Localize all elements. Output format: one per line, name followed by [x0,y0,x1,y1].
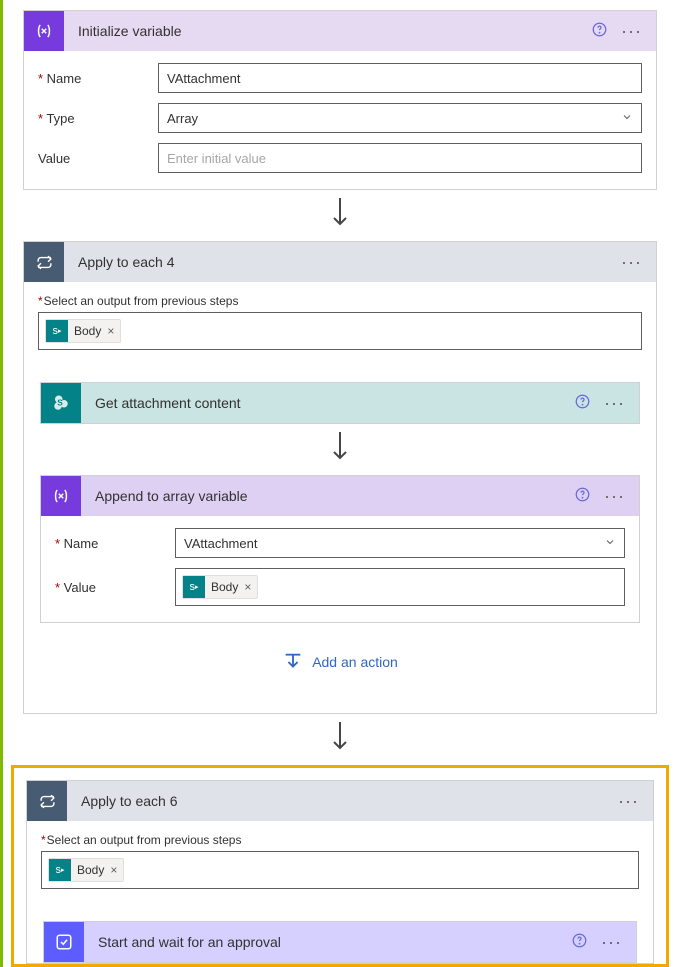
card-append-to-array: Append to array variable ··· Name VAttac [40,475,640,623]
help-icon[interactable] [592,22,607,41]
card-title: Apply to each 4 [64,254,621,270]
sharepoint-icon: S [41,383,81,423]
value-label: Value [55,580,175,595]
body-token[interactable]: s▸ Body × [182,575,258,599]
card-header[interactable]: S Get attachment content ··· [41,383,639,423]
value-label: Value [38,151,158,166]
help-icon[interactable] [572,933,587,952]
flow-arrow [40,424,640,475]
card-get-attachment-content: S Get attachment content ··· [40,382,640,424]
card-header[interactable]: Start and wait for an approval ··· [44,922,636,962]
approval-icon [44,922,84,962]
add-action-label: Add an action [312,654,398,670]
close-icon[interactable]: × [107,324,114,338]
body-token[interactable]: s▸ Body × [45,319,121,343]
card-title: Apply to each 6 [67,793,618,809]
close-icon[interactable]: × [244,580,251,594]
card-title: Get attachment content [81,395,575,411]
svg-text:S: S [57,398,63,407]
name-select[interactable]: VAttachment [175,528,625,558]
card-header[interactable]: Append to array variable ··· [41,476,639,516]
select-output-input[interactable]: s▸ Body × [41,851,639,889]
sharepoint-icon: s▸ [46,320,68,342]
flow-arrow [3,714,677,765]
card-header[interactable]: Apply to each 6 ··· [27,781,653,821]
variable-icon [41,476,81,516]
chevron-down-icon [621,111,633,126]
more-icon[interactable]: ··· [601,932,622,953]
chevron-down-icon [604,536,616,551]
card-apply-to-each-4: Apply to each 4 ··· Select an output fro… [23,241,657,714]
sharepoint-icon: s▸ [183,576,205,598]
select-output-input[interactable]: s▸ Body × [38,312,642,350]
more-icon[interactable]: ··· [604,486,625,507]
card-header[interactable]: Initialize variable ··· [24,11,656,51]
help-icon[interactable] [575,487,590,506]
card-initialize-variable: Initialize variable ··· Name Type Array [23,10,657,190]
more-icon[interactable]: ··· [621,252,642,273]
card-title: Append to array variable [81,488,575,504]
card-header[interactable]: Apply to each 4 ··· [24,242,656,282]
value-input[interactable]: s▸ Body × [175,568,625,606]
token-label: Body [211,580,238,594]
card-start-approval: Start and wait for an approval ··· [43,921,637,963]
more-icon[interactable]: ··· [618,791,639,812]
select-output-label: Select an output from previous steps [41,833,639,847]
card-title: Start and wait for an approval [84,934,572,950]
variable-icon [24,11,64,51]
highlighted-section: Apply to each 6 ··· Select an output fro… [11,765,669,967]
name-value: VAttachment [184,536,257,551]
token-label: Body [74,324,101,338]
more-icon[interactable]: ··· [604,393,625,414]
more-icon[interactable]: ··· [621,21,642,42]
card-title: Initialize variable [64,23,592,39]
token-label: Body [77,863,104,877]
card-apply-to-each-6: Apply to each 6 ··· Select an output fro… [26,780,654,964]
body-token[interactable]: s▸ Body × [48,858,124,882]
name-label: Name [38,71,158,86]
help-icon[interactable] [575,394,590,413]
name-input[interactable] [158,63,642,93]
loop-icon [27,781,67,821]
close-icon[interactable]: × [110,863,117,877]
flow-arrow [3,190,677,241]
type-label: Type [38,111,158,126]
select-output-label: Select an output from previous steps [38,294,642,308]
name-label: Name [55,536,175,551]
type-value: Array [167,111,198,126]
sharepoint-icon: s▸ [49,859,71,881]
loop-icon [24,242,64,282]
add-action-button[interactable]: Add an action [40,623,640,697]
value-input[interactable] [158,143,642,173]
type-select[interactable]: Array [158,103,642,133]
